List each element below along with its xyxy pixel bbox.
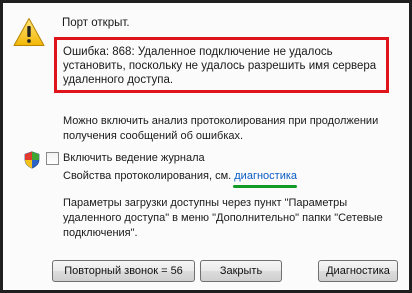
port-status-text: Порт открыт. <box>62 17 130 29</box>
diagnostics-button[interactable]: Диагностика <box>318 260 398 282</box>
error-message: Ошибка: 868: Удаленное подключение не уд… <box>63 46 377 86</box>
close-button[interactable]: Закрыть <box>200 260 282 282</box>
properties-line: Свойства протоколирования, см. диагности… <box>63 170 297 182</box>
redial-button[interactable]: Повторный звонок = 56 <box>52 260 195 282</box>
diagnostics-link[interactable]: диагностика <box>234 170 297 182</box>
shield-icon <box>24 151 40 169</box>
params-note: Параметры загрузки доступны через пункт … <box>63 197 383 239</box>
warning-icon <box>13 18 45 46</box>
link-highlight-underline <box>233 185 297 188</box>
log-checkbox[interactable] <box>46 152 59 165</box>
properties-prefix: Свойства протоколирования, см. <box>63 170 232 182</box>
error-dialog: Порт открыт. Ошибка: 868: Удаленное подк… <box>0 0 412 293</box>
analysis-note: Можно включить анализ протоколирования п… <box>63 115 379 142</box>
log-checkbox-label[interactable]: Включить ведение журнала <box>63 152 205 164</box>
